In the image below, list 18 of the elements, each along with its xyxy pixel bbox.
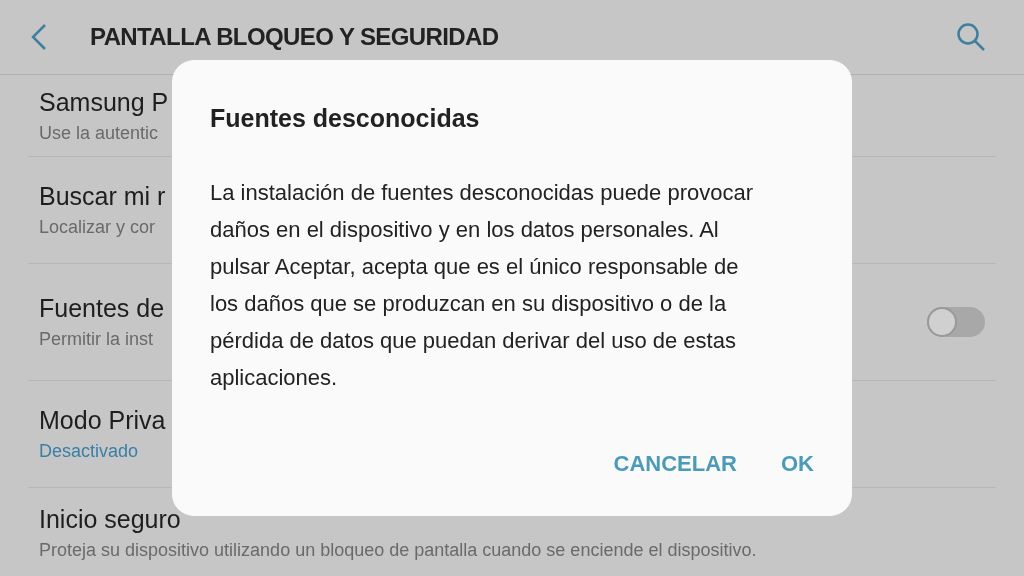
- setting-title: Inicio seguro: [39, 503, 182, 534]
- dialog-button[interactable]: CANCELAR: [603, 439, 747, 488]
- setting-subtitle: Proteja su dispositivo utilizando un bloqueo de pantalla cuando se enciende el dispositivo.: [39, 538, 757, 562]
- setting-subtitle: Permitir la inst: [39, 328, 155, 351]
- setting-subtitle: Localizar y cor: [39, 216, 157, 239]
- setting-subtitle: Desactivado: [39, 440, 140, 463]
- back-icon[interactable]: [30, 23, 48, 51]
- dialog-message: La instalación de fuentes desconocidas puede provocar daños en el dispositivo y en los datos personales. Al pulsar Aceptar, acepta que es el único responsable de los daños que se produzcan en su dispositivo o de la pérdida de datos que puedan derivar del uso de estas aplicaciones.: [210, 179, 755, 392]
- setting-title: Fuentes de: [39, 293, 165, 323]
- dialog-button[interactable]: OK: [771, 439, 824, 488]
- setting-title: Buscar mi r: [39, 181, 166, 211]
- setting-title: Samsung P: [39, 86, 169, 117]
- setting-title: Modo Priva: [39, 405, 166, 435]
- setting-subtitle: Use la autentic: [39, 121, 160, 145]
- page-title: PANTALLA BLOQUEO Y SEGURIDAD: [90, 22, 499, 52]
- dialog-title: Fuentes desconocidas: [210, 103, 481, 134]
- toggle-switch[interactable]: [927, 307, 985, 337]
- search-icon[interactable]: [956, 22, 986, 52]
